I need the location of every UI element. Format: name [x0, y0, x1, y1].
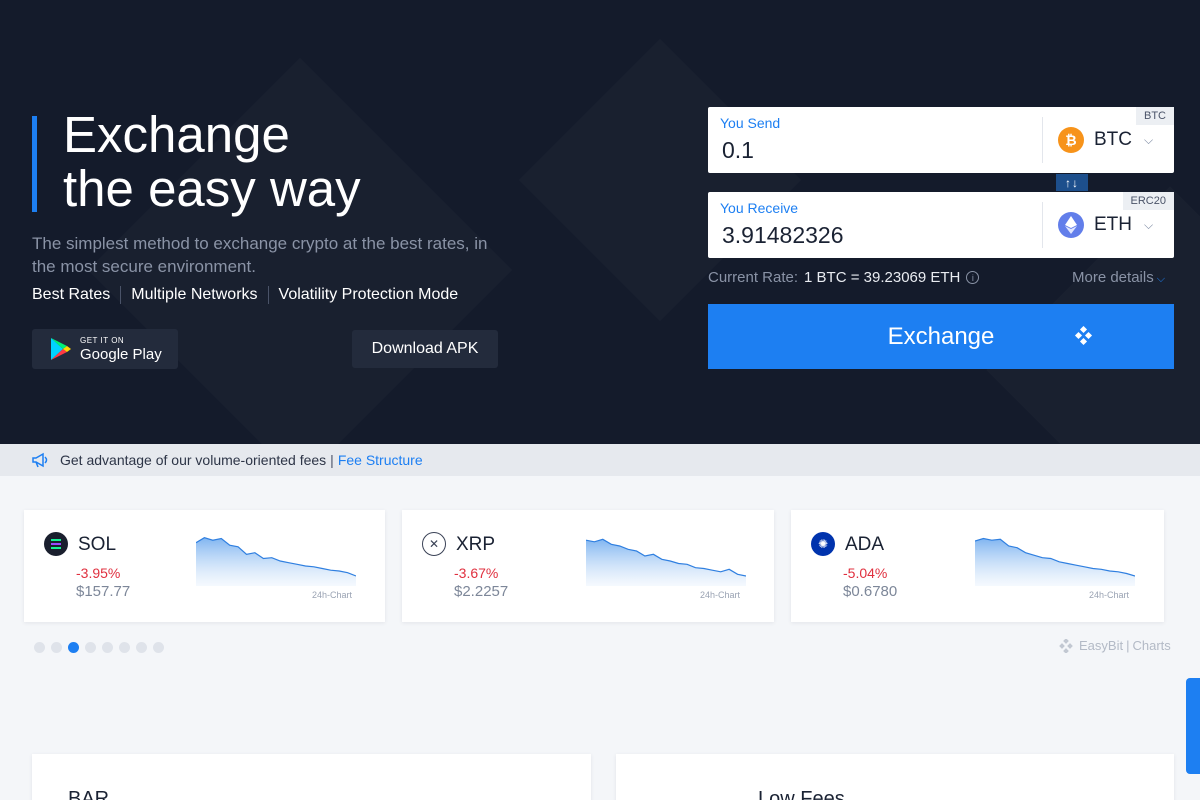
download-apk-button[interactable]: Download APK: [352, 330, 498, 368]
hero-subtitle: The simplest method to exchange crypto a…: [32, 234, 488, 276]
sparkline-chart: [196, 537, 356, 586]
google-play-text: GET IT ON Google Play: [80, 335, 162, 363]
hero-title: Exchange the easy way: [63, 108, 623, 216]
hero-section: Exchange the easy way The simplest metho…: [0, 0, 1200, 444]
carousel-dot[interactable]: [51, 642, 62, 653]
easybit-logo-icon: [1059, 638, 1073, 653]
field-divider: [1042, 117, 1043, 163]
feature-card-low-fees: Low Fees: [616, 754, 1174, 800]
feature-card-title: Low Fees: [758, 788, 845, 800]
solana-icon: [44, 532, 68, 556]
feature-best-rates: Best Rates: [32, 286, 111, 303]
coin-price: $157.77: [76, 583, 131, 600]
chart-label: 24h-Chart: [312, 590, 353, 600]
sparkline-chart: [586, 538, 746, 586]
send-currency-select[interactable]: ₿ BTC ⌵: [1058, 127, 1153, 153]
receive-field: You Receive 3.91482326 ETH ⌵ ERC20: [708, 192, 1174, 258]
megaphone-icon: [32, 452, 48, 468]
send-amount-input[interactable]: 0.1: [722, 137, 754, 164]
coin-change: -3.67%: [454, 565, 499, 581]
exchange-button[interactable]: Exchange: [708, 304, 1174, 369]
coin-symbol: ADA: [845, 534, 885, 555]
cardano-icon: ✺: [811, 532, 835, 556]
carousel-dot[interactable]: [136, 642, 147, 653]
easybit-logo-icon: [1074, 326, 1093, 346]
chart-label: 24h-Chart: [700, 590, 741, 600]
coin-symbol: XRP: [456, 534, 496, 555]
send-field: You Send 0.1 ₿ BTC ⌵ BTC: [708, 107, 1174, 173]
xrp-icon: ✕: [422, 532, 446, 556]
coin-change: -3.95%: [76, 565, 121, 581]
banner-text: Get advantage of our volume-oriented fee…: [60, 452, 327, 468]
chevron-down-icon: ⌵: [1144, 132, 1154, 147]
ethereum-icon: [1058, 212, 1084, 238]
feature-volatility-protection: Volatility Protection Mode: [278, 286, 459, 303]
carousel-dot[interactable]: [34, 642, 45, 653]
feature-divider: [267, 286, 269, 304]
coin-card-ada[interactable]: ✺ ADA -5.04% $0.6780 24h-Chart: [791, 510, 1164, 622]
feature-card-bar: BAR: [32, 754, 591, 800]
exchange-button-label: Exchange: [887, 322, 995, 350]
receive-currency-code: ETH: [1094, 214, 1132, 235]
coin-change: -5.04%: [843, 565, 888, 581]
feature-card-title: BAR: [68, 788, 110, 800]
coin-price: $2.2257: [454, 583, 509, 600]
carousel-dot[interactable]: [153, 642, 164, 653]
hero-title-line2: the easy way: [63, 160, 361, 217]
google-play-big-text: Google Play: [80, 345, 162, 363]
carousel-dot[interactable]: [85, 642, 96, 653]
easybit-charts-brand: EasyBit | Charts: [1059, 638, 1171, 653]
brand-suffix: Charts: [1132, 638, 1171, 653]
coin-symbol: SOL: [78, 534, 117, 555]
sparkline-area: [196, 537, 356, 586]
info-icon[interactable]: i: [966, 271, 980, 284]
sparkline-area: [586, 539, 746, 586]
hero-features: Best Rates Multiple Networks Volatility …: [32, 286, 458, 304]
current-rate: Current Rate: 1 BTC = 39.23069 ETH i: [708, 269, 980, 286]
carousel-dots: [34, 642, 170, 653]
fee-structure-link[interactable]: Fee Structure: [338, 452, 423, 468]
coin-card-sol[interactable]: SOL -3.95% $157.77 24h-Chart: [24, 510, 385, 622]
sparkline-area: [975, 538, 1135, 586]
more-details-text: More details: [1072, 269, 1154, 286]
chevron-down-icon: ⌵: [1144, 217, 1154, 232]
field-divider: [1042, 202, 1043, 248]
feature-divider: [120, 286, 122, 304]
side-feedback-tab[interactable]: [1186, 678, 1200, 774]
coin-card-xrp[interactable]: ✕ XRP -3.67% $2.2257 24h-Chart: [402, 510, 774, 622]
google-play-button[interactable]: GET IT ON Google Play: [32, 329, 178, 369]
receive-currency-select[interactable]: ETH ⌵: [1058, 212, 1153, 238]
sparkline-chart: [975, 537, 1135, 586]
hero-title-line1: Exchange: [63, 106, 290, 163]
send-currency-code: BTC: [1094, 129, 1132, 150]
brand-name: EasyBit: [1079, 638, 1124, 653]
chevron-down-icon: ⌵: [1156, 273, 1166, 285]
feature-multiple-networks: Multiple Networks: [131, 286, 258, 303]
banner-separator: |: [330, 452, 334, 468]
carousel-dot[interactable]: [102, 642, 113, 653]
carousel-dot-active[interactable]: [68, 642, 79, 653]
brand-separator: |: [1126, 638, 1130, 653]
receive-label: You Receive: [720, 200, 799, 216]
receive-amount-input[interactable]: 3.91482326: [722, 222, 844, 249]
rate-label: Current Rate:: [708, 269, 799, 286]
coin-price: $0.6780: [843, 583, 898, 600]
more-details-link[interactable]: More details ⌵: [1072, 269, 1165, 286]
bitcoin-icon: ₿: [1058, 127, 1084, 153]
google-play-small-text: GET IT ON: [80, 335, 125, 345]
send-label: You Send: [720, 115, 781, 131]
receive-network-badge: ERC20: [1122, 192, 1174, 210]
carousel-dot[interactable]: [119, 642, 130, 653]
google-play-icon: [51, 338, 71, 360]
chart-label: 24h-Chart: [1089, 590, 1130, 600]
rate-value: 1 BTC = 39.23069 ETH: [804, 269, 961, 286]
hero-accent-bar: [32, 116, 37, 212]
fee-banner: Get advantage of our volume-oriented fee…: [0, 444, 1200, 476]
send-network-badge: BTC: [1136, 107, 1174, 125]
swap-button[interactable]: ↑↓: [1056, 174, 1088, 191]
